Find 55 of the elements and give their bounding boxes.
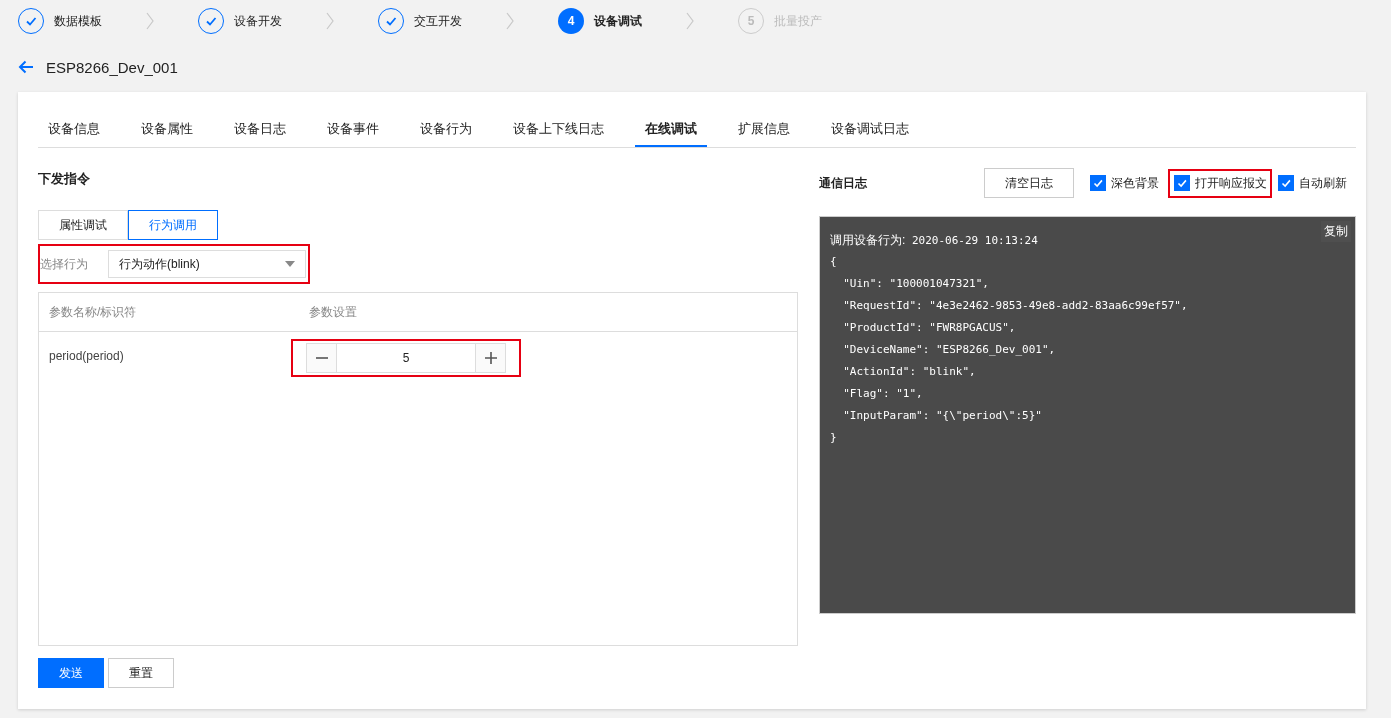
log-line: "ProductId": "FWR8PGACUS", bbox=[842, 320, 1017, 336]
log-line: "Flag": "1", bbox=[842, 386, 924, 402]
tab[interactable]: 设备日志 bbox=[224, 114, 296, 147]
plus-icon bbox=[484, 352, 497, 364]
chevron-right-icon bbox=[145, 12, 155, 30]
chevron-right-icon bbox=[505, 12, 515, 30]
checkbox[interactable] bbox=[1278, 175, 1294, 191]
column-header: 参数名称/标识符 bbox=[48, 303, 138, 321]
table-cell-text: period(period) bbox=[48, 348, 125, 363]
section-title: 下发指令 bbox=[38, 170, 91, 188]
mode-tab[interactable]: 属性调试 bbox=[38, 210, 128, 240]
increment-button[interactable] bbox=[475, 343, 506, 373]
step-label: 设备调试 bbox=[594, 12, 642, 30]
checkbox-label: 深色背景 bbox=[1111, 174, 1159, 192]
tab[interactable]: 扩展信息 bbox=[728, 114, 800, 147]
tab[interactable]: 设备属性 bbox=[131, 114, 203, 147]
tab[interactable]: 设备信息 bbox=[38, 114, 110, 147]
tab[interactable]: 设备行为 bbox=[410, 114, 482, 147]
column-header: 参数设置 bbox=[308, 303, 358, 321]
decrement-button[interactable] bbox=[306, 343, 337, 373]
checkbox-label: 自动刷新 bbox=[1299, 174, 1347, 192]
device-title: ESP8266_Dev_001 bbox=[46, 58, 178, 76]
log-label: 调用设备行为: bbox=[830, 233, 906, 247]
number-input[interactable]: 5 bbox=[337, 343, 475, 373]
checkbox[interactable] bbox=[1090, 175, 1106, 191]
log-line: "InputParam": "{\"period\":5}" bbox=[842, 408, 1043, 424]
tab[interactable]: 设备调试日志 bbox=[821, 114, 919, 147]
log-line: "RequestId": "4e3e2462-9853-49e8-add2-83aa6c99ef57", bbox=[842, 298, 1189, 314]
chevron-right-icon bbox=[685, 12, 695, 30]
send-button[interactable]: 发送 bbox=[38, 658, 104, 688]
step-label: 设备开发 bbox=[234, 12, 282, 30]
log-line: "Uin": "100001047321", bbox=[842, 276, 990, 292]
clear-log-button[interactable]: 清空日志 bbox=[984, 168, 1074, 198]
tab[interactable]: 在线调试 bbox=[635, 114, 707, 147]
tab[interactable]: 设备事件 bbox=[317, 114, 389, 147]
log-line: } bbox=[830, 430, 838, 446]
mode-tab[interactable]: 行为调用 bbox=[128, 210, 218, 240]
checkbox-label: 打开响应报文 bbox=[1195, 174, 1267, 192]
field-label: 选择行为 bbox=[40, 255, 89, 273]
log-line: "ActionId": "blink", bbox=[842, 364, 977, 380]
caret-down-icon bbox=[285, 261, 295, 267]
action-dropdown[interactable]: 行为动作(blink) bbox=[108, 250, 306, 278]
copy-button[interactable]: 复制 bbox=[1321, 221, 1351, 242]
log-timestamp: 2020-06-29 10:13:24 bbox=[910, 234, 1038, 247]
reset-button[interactable]: 重置 bbox=[108, 658, 174, 688]
tab[interactable]: 设备上下线日志 bbox=[503, 114, 614, 147]
checkbox[interactable] bbox=[1174, 175, 1190, 191]
log-line: { bbox=[830, 254, 838, 270]
section-title: 通信日志 bbox=[819, 174, 868, 192]
chevron-right-icon bbox=[325, 12, 335, 30]
step-label: 数据模板 bbox=[54, 12, 102, 30]
back-button[interactable] bbox=[18, 60, 34, 74]
log-line: "DeviceName": "ESP8266_Dev_001", bbox=[842, 342, 1057, 358]
step-number: 4 bbox=[558, 8, 584, 34]
step-label: 交互开发 bbox=[414, 12, 462, 30]
